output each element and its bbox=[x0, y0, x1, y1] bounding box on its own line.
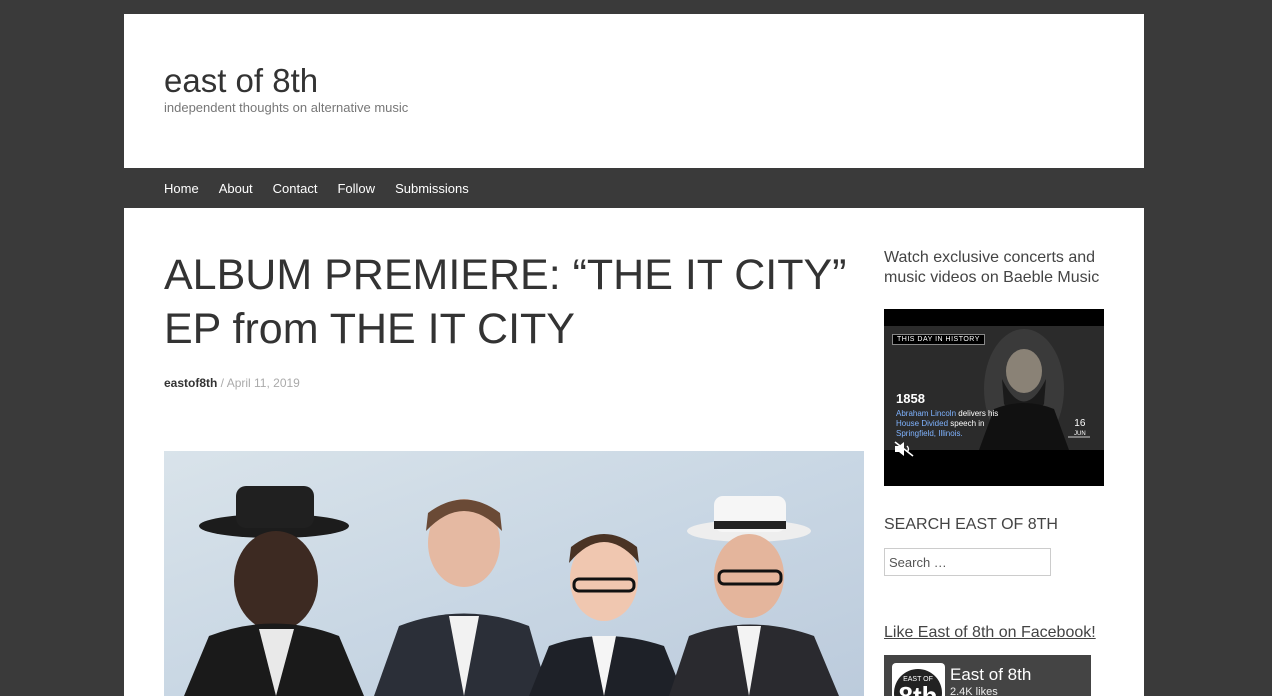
nav-item-submissions[interactable]: Submissions bbox=[395, 181, 469, 196]
video-year: 1858 bbox=[896, 391, 925, 406]
band-photo bbox=[164, 451, 864, 696]
video-caption-part2: House Divided bbox=[896, 419, 949, 428]
nav-item-contact[interactable]: Contact bbox=[273, 181, 318, 196]
video-day: 16 bbox=[1074, 418, 1086, 429]
post-meta: eastof8th / April 11, 2019 bbox=[164, 376, 300, 390]
main-navigation: Home About Contact Follow Submissions bbox=[124, 168, 1144, 208]
video-caption-name: Abraham Lincoln bbox=[896, 409, 957, 418]
nav-item-home[interactable]: Home bbox=[164, 181, 199, 196]
video-caption-part3: speech in bbox=[948, 419, 985, 428]
svg-text:8th: 8th bbox=[899, 681, 938, 696]
video-caption: Abraham Lincoln delivers his House Divid… bbox=[896, 409, 1016, 439]
page-container: east of 8th independent thoughts on alte… bbox=[124, 14, 1144, 696]
post-title[interactable]: ALBUM PREMIERE: “THE IT CITY” EP from TH… bbox=[164, 248, 884, 356]
site-title[interactable]: east of 8th bbox=[164, 62, 318, 100]
meta-separator: / bbox=[217, 376, 227, 390]
facebook-page-logo: 8th EAST OF bbox=[892, 663, 945, 696]
svg-text:EAST OF: EAST OF bbox=[903, 676, 933, 683]
search-heading: SEARCH EAST OF 8TH bbox=[884, 516, 1058, 533]
nav-item-about[interactable]: About bbox=[219, 181, 253, 196]
video-player[interactable]: THIS DAY IN HISTORY 1858 Abraham Lincoln… bbox=[884, 309, 1104, 486]
sidebar: Watch exclusive concerts and music video… bbox=[884, 248, 1104, 696]
post-featured-image bbox=[164, 451, 864, 696]
post-author[interactable]: eastof8th bbox=[164, 376, 217, 390]
facebook-link[interactable]: Like East of 8th on Facebook! bbox=[884, 624, 1096, 642]
video-caption-part4: Springfield, Illinois. bbox=[896, 429, 963, 438]
post-date[interactable]: April 11, 2019 bbox=[227, 376, 300, 390]
baeble-promo-text: Watch exclusive concerts and music video… bbox=[884, 249, 1100, 286]
nav-item-follow[interactable]: Follow bbox=[337, 181, 375, 196]
facebook-likes-count: 2.4K likes bbox=[950, 686, 998, 696]
facebook-page-name[interactable]: East of 8th bbox=[950, 665, 1031, 685]
search-input[interactable] bbox=[884, 548, 1051, 576]
video-caption-part1: delivers his bbox=[956, 409, 999, 418]
video-banner: THIS DAY IN HISTORY bbox=[892, 334, 985, 345]
site-description: independent thoughts on alternative musi… bbox=[164, 100, 409, 115]
video-date: 16 JUN bbox=[1074, 419, 1086, 439]
facebook-page-widget[interactable]: 8th EAST OF East of 8th 2.4K likes bbox=[884, 655, 1091, 696]
mute-icon[interactable] bbox=[894, 441, 914, 457]
video-month: JUN bbox=[1074, 431, 1086, 437]
